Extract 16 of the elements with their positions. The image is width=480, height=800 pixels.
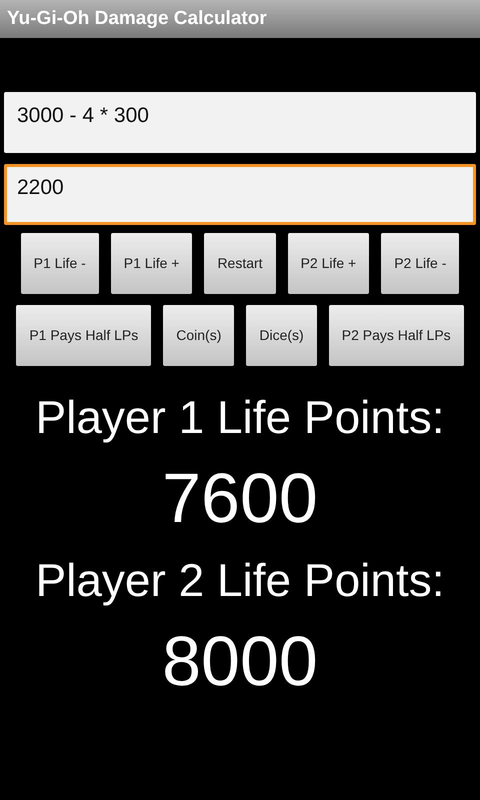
action-button[interactable]: P2 Pays Half LPs [328,305,464,366]
input-field[interactable]: 3000 - 4 * 300 [4,92,476,153]
life-points-value: 7600 [161,463,319,533]
action-button[interactable]: Dice(s) [246,305,317,366]
life-points-label: Player 2 Life Points: [34,557,446,603]
action-button[interactable]: Restart [204,233,276,294]
action-button[interactable]: P1 Pays Half LPs [16,305,152,366]
action-button[interactable]: P1 Life - [20,233,99,294]
life-points-value: 8000 [161,626,319,696]
input-field[interactable]: 2200 [4,164,476,225]
action-button[interactable]: P2 Life - [381,233,460,294]
action-button[interactable]: P1 Life + [110,233,192,294]
life-points-label: Player 1 Life Points: [34,394,446,440]
window-title: Yu-Gi-Oh Damage Calculator [7,6,267,31]
action-button[interactable]: P2 Life + [288,233,370,294]
action-button[interactable]: Coin(s) [163,305,234,366]
